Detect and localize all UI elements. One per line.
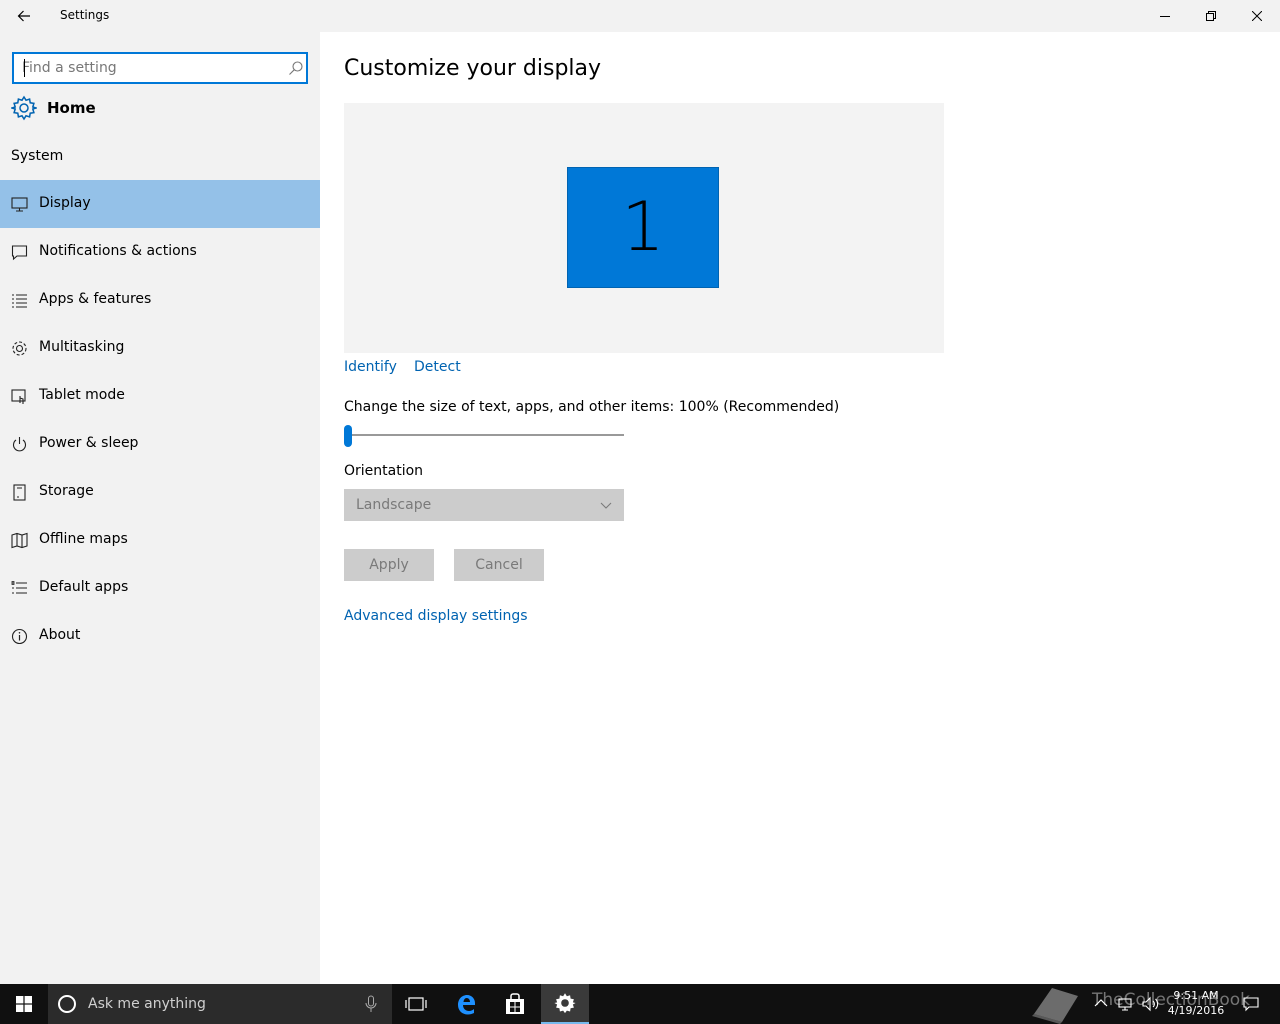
search-input[interactable] — [22, 58, 272, 78]
multitasking-icon — [12, 341, 27, 356]
scale-label: Change the size of text, apps, and other… — [344, 399, 840, 415]
store-button[interactable] — [491, 984, 539, 1024]
sidebar-item-label: Power & sleep — [39, 435, 139, 451]
sidebar-item-multitasking[interactable]: Multitasking — [0, 324, 320, 372]
taskbar: Ask me anything TheCollectionBook 9:51 A… — [0, 984, 1280, 1024]
sidebar-item-label: Default apps — [39, 579, 129, 595]
sidebar-item-label: Multitasking — [39, 339, 125, 355]
detect-link[interactable]: Detect — [414, 359, 461, 375]
minimize-button[interactable] — [1142, 0, 1188, 32]
restore-button[interactable] — [1188, 0, 1234, 32]
advanced-display-settings-link[interactable]: Advanced display settings — [344, 608, 528, 624]
system-clock[interactable]: 9:51 AM 4/19/2016 — [1160, 988, 1232, 1018]
sidebar-item-label: Tablet mode — [39, 387, 125, 403]
power-icon — [12, 437, 27, 452]
identify-link[interactable]: Identify — [344, 359, 397, 375]
action-center-icon[interactable] — [1243, 996, 1259, 1012]
chevron-down-icon — [600, 502, 612, 509]
home-label: Home — [47, 99, 96, 117]
scale-slider[interactable] — [344, 422, 624, 448]
sidebar-item-label: Offline maps — [39, 531, 128, 547]
cancel-button[interactable]: Cancel — [454, 549, 544, 581]
sidebar-item-apps-features[interactable]: Apps & features — [0, 276, 320, 324]
orientation-dropdown[interactable]: Landscape — [344, 489, 624, 521]
edge-icon — [458, 995, 475, 1015]
sidebar-item-offline-maps[interactable]: Offline maps — [0, 516, 320, 564]
task-view-icon — [405, 997, 427, 1011]
slider-thumb[interactable] — [344, 425, 352, 447]
tablet-mode-icon — [11, 389, 26, 404]
home-item[interactable]: Home — [0, 92, 320, 124]
main-content: Customize your display 1 Identify Detect… — [320, 32, 1280, 984]
window-title: Settings — [60, 8, 110, 22]
sidebar-item-notifications[interactable]: Notifications & actions — [0, 228, 320, 276]
cortana-search-box[interactable]: Ask me anything — [48, 984, 392, 1024]
notification-icon — [11, 245, 28, 261]
gear-icon — [11, 95, 37, 121]
sidebar-item-label: Display — [39, 195, 91, 211]
cortana-icon — [58, 995, 76, 1013]
cortana-placeholder: Ask me anything — [88, 996, 206, 1012]
edge-browser-button[interactable] — [442, 984, 490, 1024]
title-bar: Settings — [0, 0, 1280, 32]
text-caret — [24, 59, 25, 77]
info-icon — [11, 628, 28, 645]
network-icon[interactable] — [1118, 996, 1136, 1012]
monitor-tile[interactable]: 1 — [567, 167, 719, 288]
settings-taskbar-button[interactable] — [541, 984, 589, 1024]
clock-time: 9:51 AM — [1173, 989, 1219, 1002]
orientation-value: Landscape — [356, 497, 432, 513]
sidebar-item-default-apps[interactable]: Default apps — [0, 564, 320, 612]
sidebar-item-label: Apps & features — [39, 291, 152, 307]
clock-date: 4/19/2016 — [1167, 1004, 1225, 1017]
sidebar-item-label: Notifications & actions — [39, 243, 197, 259]
monitor-number: 1 — [621, 188, 665, 267]
map-icon — [11, 532, 28, 549]
sidebar-item-display[interactable]: Display — [0, 180, 320, 228]
minimize-icon — [1160, 16, 1170, 17]
microphone-icon[interactable] — [364, 995, 378, 1013]
windows-logo-icon — [16, 996, 32, 1012]
show-hidden-icons-chevron-icon[interactable] — [1094, 996, 1108, 1010]
start-button[interactable] — [0, 984, 48, 1024]
sidebar-item-tablet-mode[interactable]: Tablet mode — [0, 372, 320, 420]
list-icon — [12, 294, 27, 308]
default-apps-icon — [11, 581, 27, 594]
restore-icon — [1206, 11, 1216, 21]
search-box[interactable] — [12, 52, 308, 84]
sidebar-item-label: Storage — [39, 483, 94, 499]
book-logo-icon — [1032, 988, 1078, 1024]
volume-icon[interactable] — [1142, 996, 1160, 1012]
store-icon — [506, 993, 524, 1014]
display-arrangement-area: 1 — [344, 103, 944, 353]
sidebar-item-storage[interactable]: Storage — [0, 468, 320, 516]
sidebar-item-label: About — [39, 627, 81, 643]
sidebar: Home System Display Notifications & acti… — [0, 32, 320, 984]
page-title: Customize your display — [344, 56, 602, 81]
sidebar-item-power-sleep[interactable]: Power & sleep — [0, 420, 320, 468]
monitor-icon — [11, 197, 28, 212]
search-icon[interactable] — [288, 60, 304, 76]
back-button[interactable] — [0, 0, 48, 32]
section-heading: System — [11, 148, 64, 164]
close-button[interactable] — [1234, 0, 1280, 32]
storage-icon — [13, 484, 26, 501]
close-icon — [1252, 11, 1262, 21]
orientation-label: Orientation — [344, 463, 424, 479]
sidebar-item-about[interactable]: About — [0, 612, 320, 660]
slider-track — [344, 434, 624, 436]
task-view-button[interactable] — [392, 984, 440, 1024]
apply-button[interactable]: Apply — [344, 549, 434, 581]
gear-icon — [554, 993, 576, 1014]
back-arrow-icon — [17, 10, 30, 22]
